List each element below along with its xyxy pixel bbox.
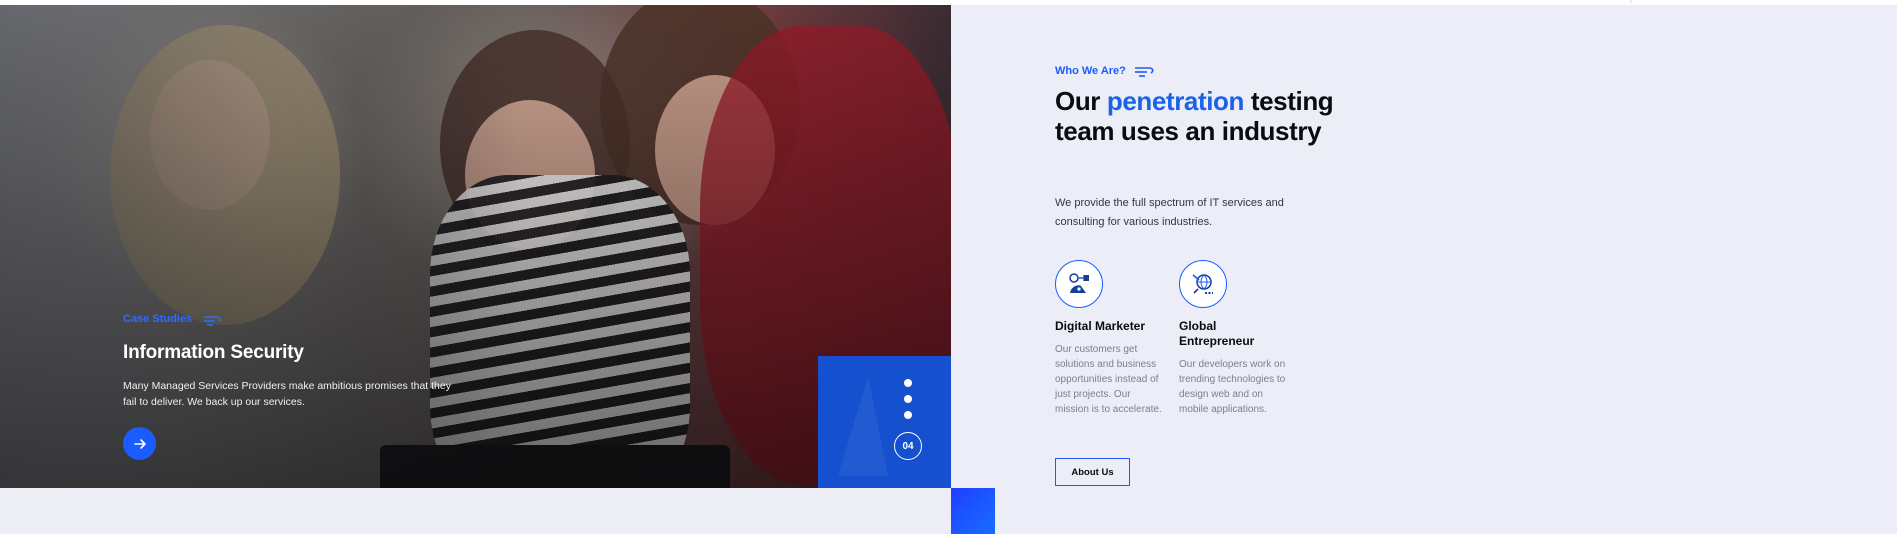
feature-description: Our developers work on trending technolo… [1179,359,1286,415]
page: Case Studies Information Security Many M… [0,0,1897,534]
case-studies-tag: Case Studies [123,313,193,325]
case-study-title: Information Security [123,342,304,363]
hero-overlay-left [0,5,520,488]
about-us-button[interactable]: About Us [1055,458,1130,486]
arrow-right-icon [133,438,146,449]
headline-prefix: Our [1055,86,1107,116]
case-study-hero [0,5,951,488]
slider-dot-3[interactable] [904,411,912,419]
slider-navigation: 04 [818,356,951,488]
case-study-next-button[interactable] [123,427,156,460]
about-headline: Our penetration testing team uses an ind… [1055,86,1355,146]
globe-icon [1192,274,1213,294]
corner-strip [1632,0,1897,5]
slide-counter: 04 [894,432,922,460]
lines-icon [204,316,221,326]
feature-title: Digital Marketer [1055,319,1146,333]
feature-description: Our customers get solutions and business… [1055,344,1162,415]
who-we-are-tag: Who We Are? [1055,65,1126,77]
lines-icon [1135,67,1154,77]
about-intro: We provide the full spectrum of IT servi… [1055,197,1284,228]
marketer-icon [1069,273,1089,293]
feature-title: Global Entrepreneur [1179,319,1255,348]
headline-accent: penetration [1106,86,1245,116]
accent-square [951,488,995,534]
marketer-icon-badge [1055,260,1103,308]
slider-dot-1[interactable] [904,379,912,387]
watermark-graphic [838,376,888,476]
bottom-band [0,488,951,534]
globe-icon-badge [1179,260,1227,308]
slider-dot-2[interactable] [904,395,912,403]
case-study-description: Many Managed Services Providers make amb… [123,380,451,408]
